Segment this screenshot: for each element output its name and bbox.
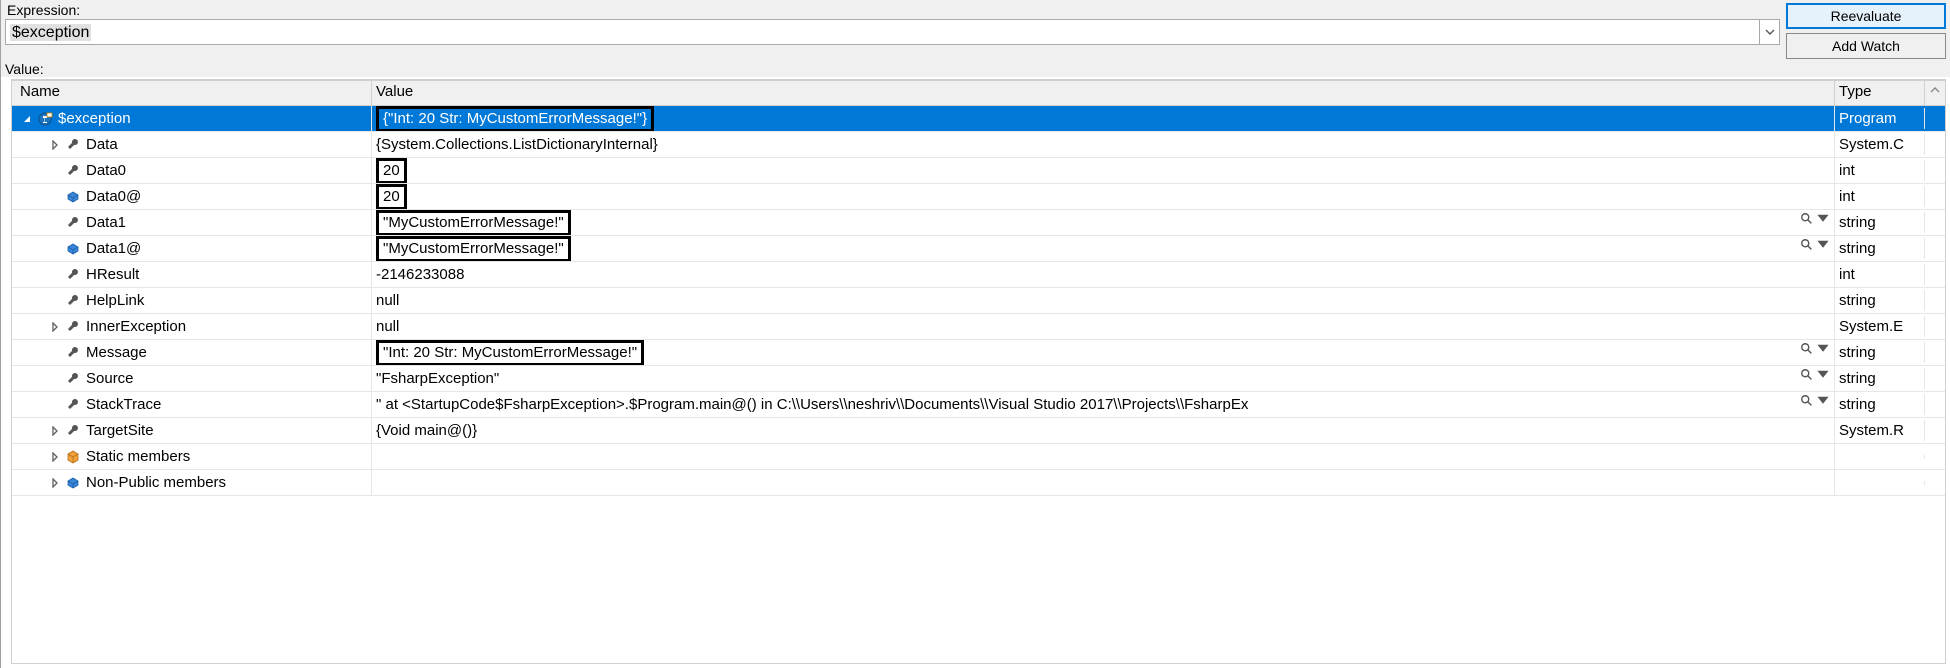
scroll-up-icon[interactable] <box>1925 81 1945 105</box>
row-name: HResult <box>86 266 139 283</box>
table-row[interactable]: Data {System.Collections.ListDictionaryIn… <box>12 132 1945 158</box>
visualizer-dropdown-button[interactable] <box>1800 212 1830 226</box>
table-row[interactable]: Static members <box>12 444 1945 470</box>
wrench-icon <box>64 318 82 336</box>
expander-closed-icon[interactable] <box>48 320 62 334</box>
row-type: int <box>1835 160 1925 181</box>
table-row[interactable]: Source "FsharpException" string <box>12 366 1945 392</box>
row-name: Data0@ <box>86 188 141 205</box>
row-value: "MyCustomErrorMessage!" <box>376 236 571 261</box>
field-icon <box>64 188 82 206</box>
value-grid: Name Value Type $exception {"Int: 20 Str:… <box>11 79 1946 664</box>
row-value: {"Int: 20 Str: MyCustomErrorMessage!"} <box>376 106 654 131</box>
expression-input[interactable]: $exception <box>5 19 1760 45</box>
visualizer-dropdown-button[interactable] <box>1800 394 1830 408</box>
row-name: Data1 <box>86 214 126 231</box>
table-row[interactable]: Data1@ "MyCustomErrorMessage!" string <box>12 236 1945 262</box>
row-name: Message <box>86 344 147 361</box>
table-row[interactable]: $exception {"Int: 20 Str: MyCustomErrorMe… <box>12 106 1945 132</box>
table-row[interactable]: StackTrace " at <StartupCode$FsharpExcept… <box>12 392 1945 418</box>
expander-closed-icon[interactable] <box>48 424 62 438</box>
table-row[interactable]: Message "Int: 20 Str: MyCustomErrorMessag… <box>12 340 1945 366</box>
column-header-type[interactable]: Type <box>1835 81 1925 105</box>
expander-closed-icon[interactable] <box>48 450 62 464</box>
table-row[interactable]: HelpLink null string <box>12 288 1945 314</box>
row-name: Non-Public members <box>86 474 226 491</box>
row-value: {Void main@()} <box>376 422 477 439</box>
column-header-name[interactable]: Name <box>12 81 372 105</box>
row-value: 20 <box>376 184 407 209</box>
row-name: $exception <box>58 110 131 127</box>
row-type: string <box>1835 342 1925 363</box>
add-watch-button[interactable]: Add Watch <box>1786 33 1946 59</box>
grid-header: Name Value Type <box>11 80 1946 106</box>
row-name: Data0 <box>86 162 126 179</box>
row-type: string <box>1835 290 1925 311</box>
wrench-icon <box>64 422 82 440</box>
exception-icon <box>36 110 54 128</box>
row-value: "MyCustomErrorMessage!" <box>376 210 571 235</box>
row-value: null <box>376 292 399 309</box>
row-value: {System.Collections.ListDictionaryIntern… <box>376 136 658 153</box>
row-value: null <box>376 318 399 335</box>
row-name: Static members <box>86 448 190 465</box>
visualizer-dropdown-button[interactable] <box>1800 368 1830 382</box>
row-value: " at <StartupCode$FsharpException>.$Prog… <box>376 396 1248 413</box>
row-name: Source <box>86 370 134 387</box>
row-name: TargetSite <box>86 422 154 439</box>
value-label: Value: <box>1 59 1950 77</box>
row-type: Program <box>1835 108 1925 129</box>
visualizer-dropdown-button[interactable] <box>1800 238 1830 252</box>
row-name: Data <box>86 136 118 153</box>
field-icon <box>64 240 82 258</box>
row-value: "Int: 20 Str: MyCustomErrorMessage!" <box>376 340 644 365</box>
expander-closed-icon[interactable] <box>48 476 62 490</box>
wrench-icon <box>64 214 82 232</box>
table-row[interactable]: Data1 "MyCustomErrorMessage!" string <box>12 210 1945 236</box>
row-type <box>1835 455 1925 459</box>
wrench-icon <box>64 344 82 362</box>
table-row[interactable]: HResult -2146233088 int <box>12 262 1945 288</box>
row-type: string <box>1835 238 1925 259</box>
row-type: System.E <box>1835 316 1925 337</box>
row-value: "FsharpException" <box>376 370 499 387</box>
row-name: InnerException <box>86 318 186 335</box>
static-icon <box>64 448 82 466</box>
wrench-icon <box>64 136 82 154</box>
row-value: 20 <box>376 158 407 183</box>
table-row[interactable]: TargetSite {Void main@()} System.R <box>12 418 1945 444</box>
expression-label: Expression: <box>5 2 1780 18</box>
row-type: int <box>1835 186 1925 207</box>
expression-value: $exception <box>10 24 91 41</box>
wrench-icon <box>64 370 82 388</box>
wrench-icon <box>64 396 82 414</box>
expander-closed-icon[interactable] <box>48 138 62 152</box>
row-type: string <box>1835 394 1925 415</box>
row-name: StackTrace <box>86 396 161 413</box>
wrench-icon <box>64 162 82 180</box>
expander-open-icon[interactable] <box>20 112 34 126</box>
row-type: int <box>1835 264 1925 285</box>
table-row[interactable]: Non-Public members <box>12 470 1945 496</box>
reevaluate-button[interactable]: Reevaluate <box>1786 3 1946 29</box>
visualizer-dropdown-button[interactable] <box>1800 342 1830 356</box>
row-type <box>1835 481 1925 485</box>
table-row[interactable]: InnerException null System.E <box>12 314 1945 340</box>
table-row[interactable]: Data0 20 int <box>12 158 1945 184</box>
nonpublic-icon <box>64 474 82 492</box>
row-name: Data1@ <box>86 240 141 257</box>
wrench-icon <box>64 266 82 284</box>
row-type: System.C <box>1835 134 1925 155</box>
table-row[interactable]: Data0@ 20 int <box>12 184 1945 210</box>
column-header-value[interactable]: Value <box>372 81 1835 105</box>
row-value: -2146233088 <box>376 266 464 283</box>
row-type: string <box>1835 368 1925 389</box>
wrench-icon <box>64 292 82 310</box>
row-type: string <box>1835 212 1925 233</box>
expression-dropdown-button[interactable] <box>1760 19 1780 45</box>
row-name: HelpLink <box>86 292 144 309</box>
row-type: System.R <box>1835 420 1925 441</box>
